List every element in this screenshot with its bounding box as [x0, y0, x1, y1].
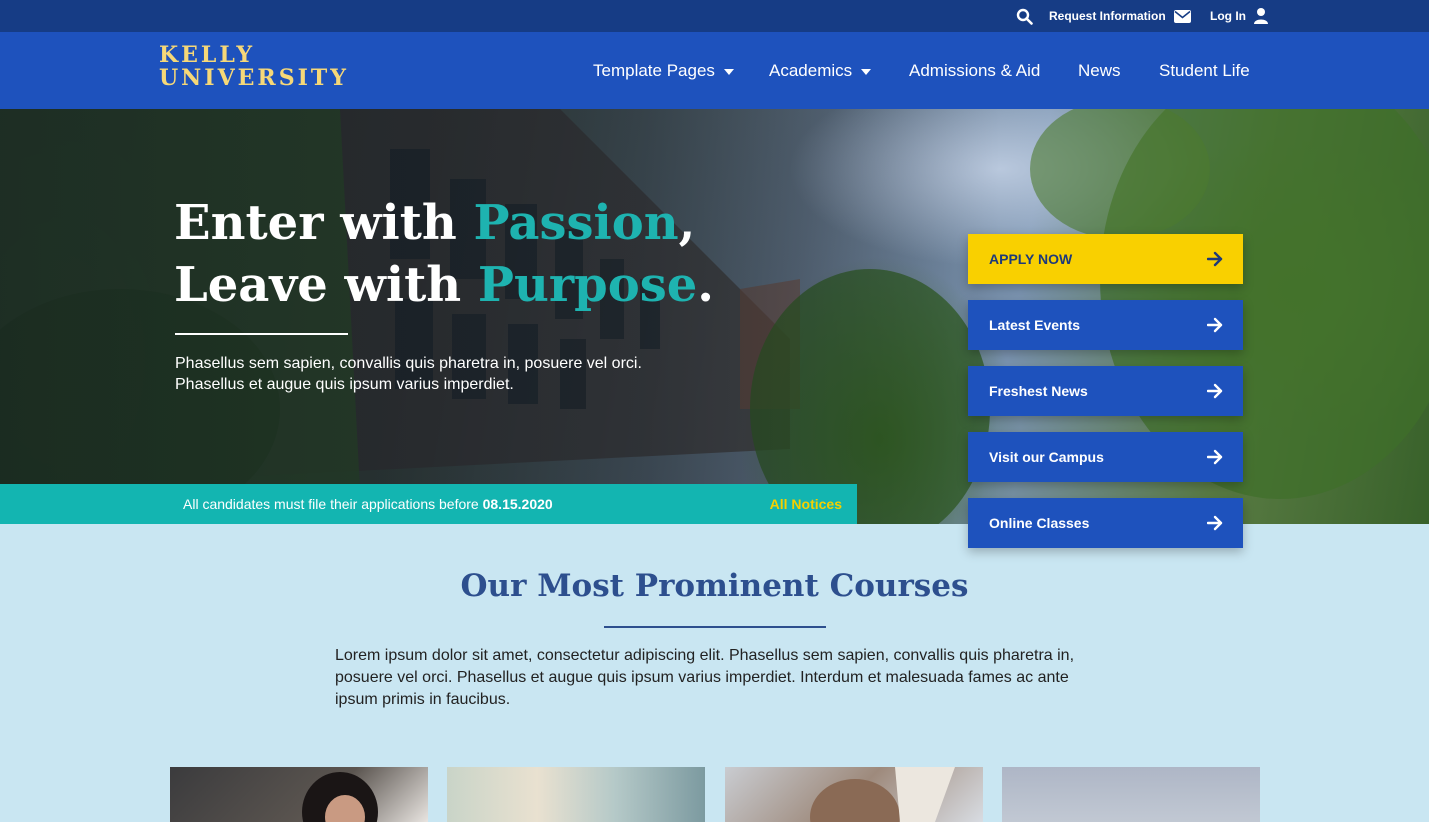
arrow-right-icon [1207, 251, 1223, 267]
nav-admissions-aid-label: Admissions & Aid [909, 60, 1041, 80]
apply-now-label: APPLY NOW [989, 251, 1073, 267]
course-card-image[interactable] [170, 767, 428, 822]
arrow-right-icon [1207, 317, 1223, 333]
book-reading-photo [810, 767, 955, 822]
nav-news-label: News [1078, 60, 1121, 80]
freshest-news-button[interactable]: Freshest News [968, 366, 1243, 416]
courses-description: Lorem ipsum dolor sit amet, consectetur … [335, 647, 1075, 708]
chevron-down-icon [861, 68, 872, 75]
visit-campus-button[interactable]: Visit our Campus [968, 432, 1243, 482]
search-button[interactable] [1016, 0, 1033, 32]
hero-headline-line-1: Enter with Passion, [174, 192, 714, 254]
hero-accent-purpose: Purpose [477, 257, 698, 313]
arrow-right-icon [1207, 515, 1223, 531]
hero-line1-end: , [678, 195, 696, 251]
request-information-link[interactable]: Request Information [1049, 0, 1191, 32]
nav-academics-label: Academics [769, 60, 853, 80]
latest-events-button[interactable]: Latest Events [968, 300, 1243, 350]
latest-events-label: Latest Events [989, 317, 1081, 333]
courses-section-title: Our Most Prominent Courses [460, 568, 969, 604]
hero-headline-line-2: Leave with Purpose. [174, 254, 714, 316]
nav-student-life-label: Student Life [1159, 60, 1250, 80]
hero-line2-start: Leave with [174, 257, 478, 313]
arrow-right-icon [1207, 383, 1223, 399]
notice-bar: All candidates must file their applicati… [0, 484, 857, 524]
main-navbar: KELLY UNIVERSITY Template Pages Academic… [0, 32, 1429, 109]
course-card-image[interactable] [447, 767, 705, 822]
request-information-label: Request Information [1049, 9, 1166, 23]
site-logo[interactable]: KELLY UNIVERSITY [159, 44, 349, 90]
nav-news[interactable]: News [1078, 32, 1121, 109]
all-notices-link[interactable]: All Notices [770, 496, 842, 512]
hero-divider [175, 333, 348, 335]
chevron-down-icon [723, 68, 734, 75]
nav-student-life[interactable]: Student Life [1159, 32, 1250, 109]
arrow-right-icon [1207, 449, 1223, 465]
hero-line2-end: . [697, 257, 715, 313]
nav-academics[interactable]: Academics [769, 32, 872, 109]
nav-template-pages-label: Template Pages [593, 60, 715, 80]
nav-template-pages[interactable]: Template Pages [593, 32, 734, 109]
login-label: Log In [1210, 9, 1246, 23]
visit-campus-label: Visit our Campus [989, 449, 1104, 465]
logo-line-2: UNIVERSITY [159, 65, 349, 91]
notice-date: 08.15.2020 [482, 496, 553, 512]
nav-admissions-aid[interactable]: Admissions & Aid [909, 32, 1040, 109]
login-link[interactable]: Log In [1210, 0, 1268, 32]
notice-message: All candidates must file their applicati… [183, 496, 483, 512]
user-icon [1254, 8, 1268, 24]
online-classes-label: Online Classes [989, 515, 1090, 531]
student-photo [302, 772, 378, 822]
apply-now-button[interactable]: APPLY NOW [968, 234, 1243, 284]
course-card-image[interactable] [1002, 767, 1260, 822]
hero-line1-start: Enter with [174, 195, 474, 251]
envelope-icon [1173, 9, 1191, 23]
notice-text: All candidates must file their applicati… [183, 496, 553, 512]
course-card-image[interactable] [725, 767, 983, 822]
top-utility-bar: Request Information Log In [0, 0, 1429, 32]
search-icon [1016, 8, 1033, 25]
hero-accent-passion: Passion [473, 195, 679, 251]
hero-description: Phasellus sem sapien, convallis quis pha… [175, 355, 642, 393]
courses-title-divider [604, 626, 826, 628]
freshest-news-label: Freshest News [989, 383, 1088, 399]
logo-line-1: KELLY [159, 42, 256, 68]
hero-headline: Enter with Passion, Leave with Purpose. [174, 192, 714, 316]
online-classes-button[interactable]: Online Classes [968, 498, 1243, 548]
